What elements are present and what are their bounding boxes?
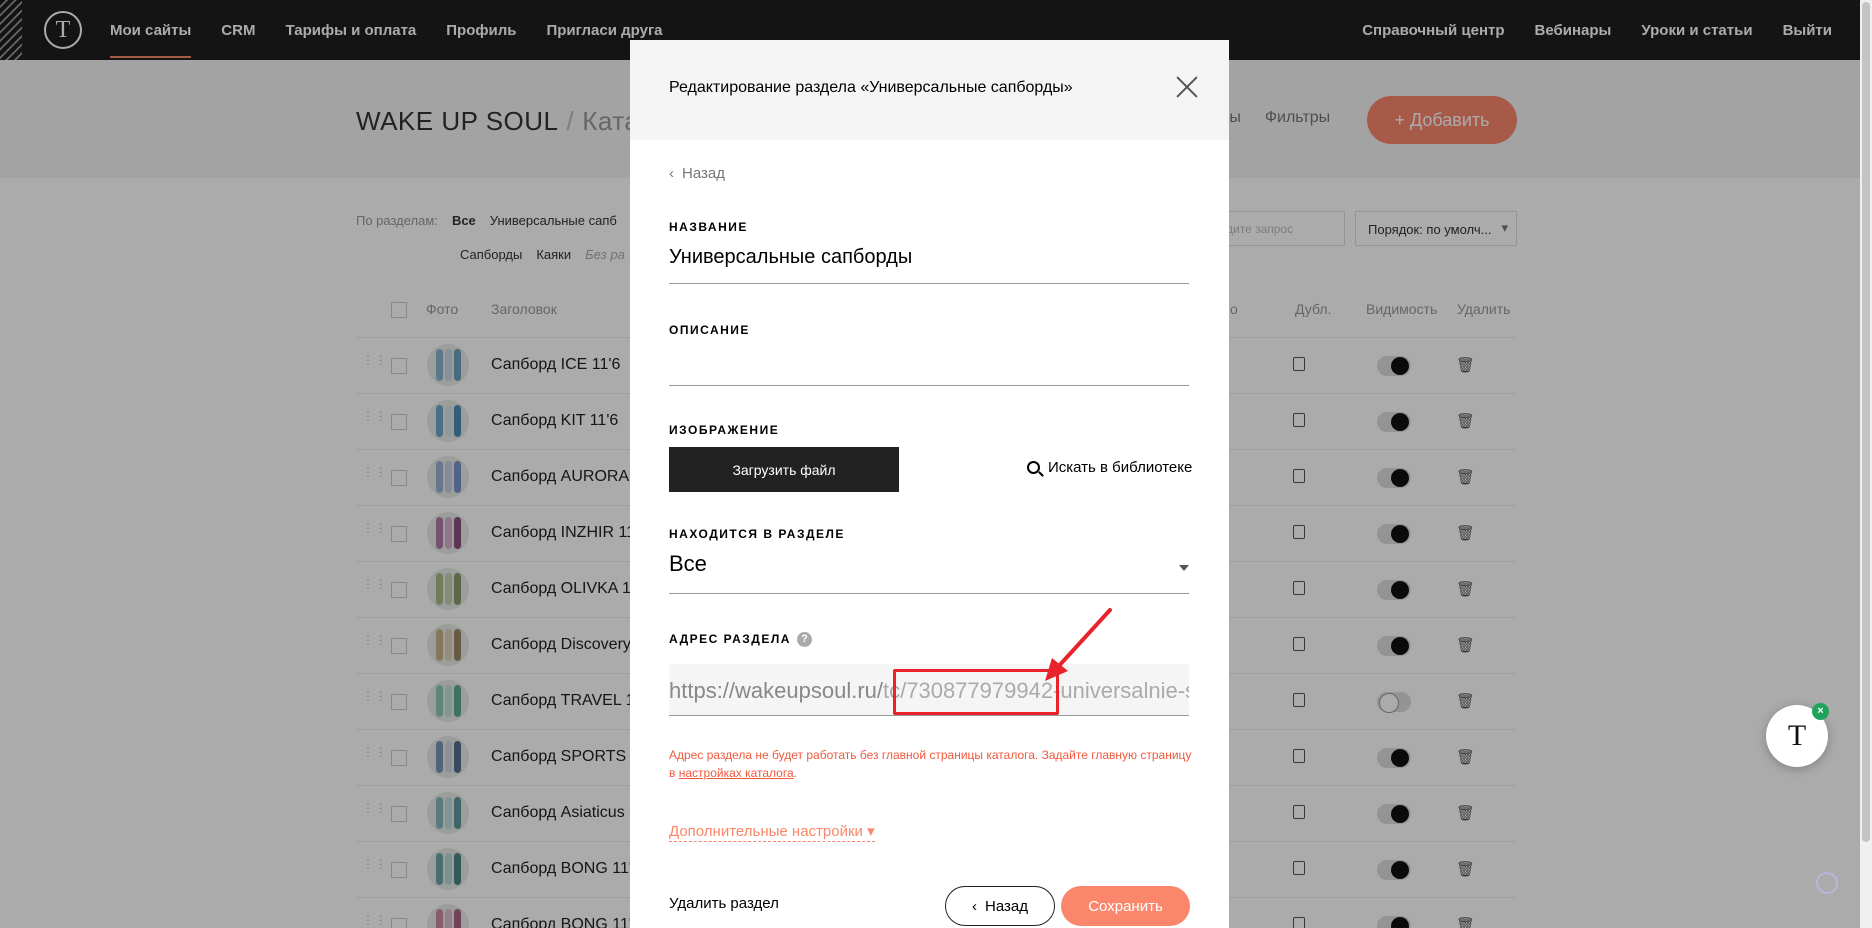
smile-icon[interactable] [1816, 872, 1838, 894]
page-scrollbar[interactable] [1860, 0, 1872, 928]
caret-down-icon [1179, 565, 1189, 571]
name-input[interactable]: Универсальные сапборды [669, 246, 1189, 284]
url-warning-text: Адрес раздела не будет работать без глав… [669, 746, 1194, 782]
section-url-label-text: АДРЕС РАЗДЕЛА [669, 632, 791, 646]
catalog-settings-link[interactable]: настройках каталога [679, 766, 794, 780]
parent-section-select[interactable]: Все [669, 551, 1189, 594]
url-path: tc/730877979942-universalnie-sa [883, 678, 1189, 703]
parent-section-label: НАХОДИТСЯ В РАЗДЕЛЕ [669, 527, 845, 541]
chat-close-badge[interactable]: × [1812, 703, 1829, 720]
warning-end: . [793, 766, 797, 780]
close-icon[interactable] [1175, 75, 1199, 99]
save-button[interactable]: Сохранить [1061, 886, 1190, 926]
description-input[interactable] [669, 346, 1189, 386]
description-label: ОПИСАНИЕ [669, 323, 750, 337]
chevron-left-icon: ‹ [972, 897, 977, 915]
section-url-text: https://wakeupsoul.ru/tc/730877979942-un… [669, 678, 1189, 704]
chevron-left-icon: ‹ [669, 165, 674, 182]
upload-file-button[interactable]: Загрузить файл [669, 447, 899, 492]
help-icon[interactable]: ? [796, 632, 812, 648]
back-link-label: Назад [682, 165, 725, 182]
additional-settings-toggle[interactable]: Дополнительные настройки ▾ [669, 822, 875, 842]
section-url-input[interactable]: https://wakeupsoul.ru/tc/730877979942-un… [669, 664, 1189, 716]
back-button[interactable]: ‹ Назад [945, 886, 1055, 926]
modal-title: Редактирование раздела «Универсальные са… [669, 79, 1073, 96]
search-library-link[interactable]: Искать в библиотеке [1027, 459, 1192, 476]
search-library-label: Искать в библиотеке [1048, 459, 1193, 476]
url-domain: https://wakeupsoul.ru/ [669, 678, 884, 703]
image-label: ИЗОБРАЖЕНИЕ [669, 423, 780, 437]
section-url-label: АДРЕС РАЗДЕЛА? [669, 632, 812, 648]
edit-section-modal: Редактирование раздела «Универсальные са… [630, 40, 1229, 928]
delete-section-button[interactable]: Удалить раздел [669, 895, 779, 912]
parent-section-value: Все [669, 551, 707, 576]
scrollbar-thumb[interactable] [1862, 2, 1870, 842]
name-label: НАЗВАНИЕ [669, 220, 748, 234]
search-icon [1027, 461, 1040, 474]
modal-header: Редактирование раздела «Универсальные са… [630, 40, 1229, 140]
back-button-label: Назад [985, 897, 1028, 915]
back-link[interactable]: ‹ Назад [669, 165, 725, 182]
